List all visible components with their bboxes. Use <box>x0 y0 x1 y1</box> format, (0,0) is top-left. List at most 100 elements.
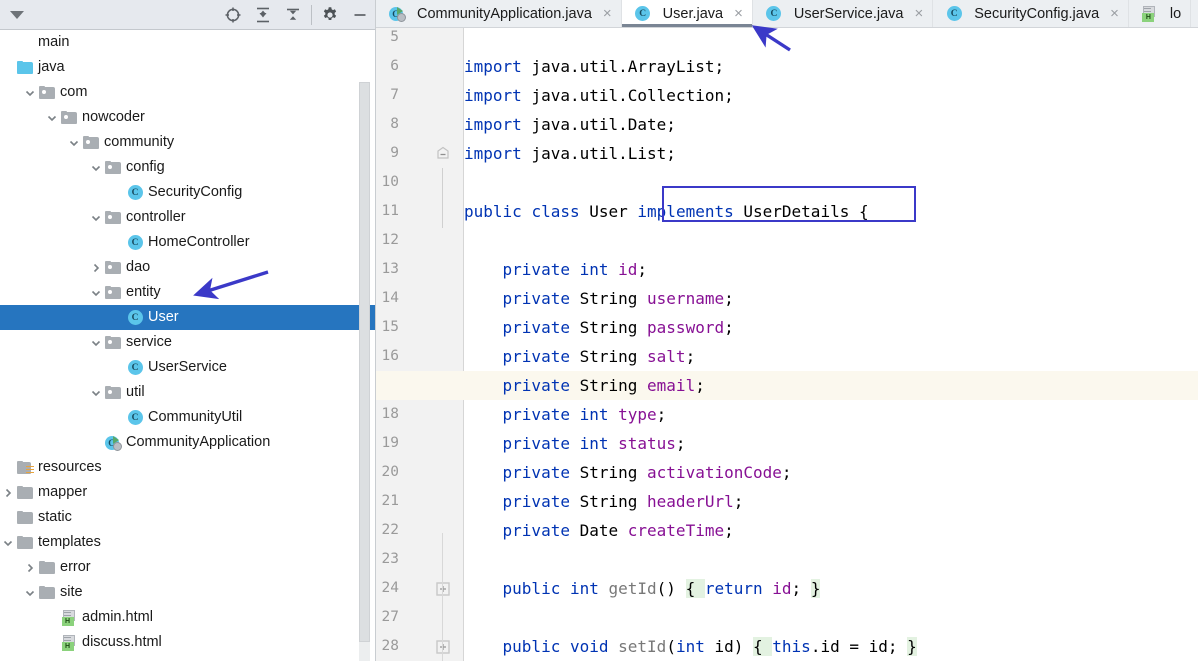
code-line-19[interactable]: private int status; <box>464 429 1198 458</box>
tree-node-nowcoder[interactable]: nowcoder <box>0 105 375 130</box>
expand-all-icon[interactable] <box>248 0 278 30</box>
chevron-down-icon[interactable] <box>66 135 82 151</box>
code-line-5[interactable] <box>464 28 1198 52</box>
tree-node-communityapplication[interactable]: C CommunityApplication <box>0 430 375 455</box>
gear-icon[interactable] <box>315 0 345 30</box>
tree-node-mapper[interactable]: mapper <box>0 480 375 505</box>
close-icon[interactable]: × <box>734 6 743 21</box>
code-line-15[interactable]: private String password; <box>464 313 1198 342</box>
tree-node-resources[interactable]: resources <box>0 455 375 480</box>
code-editor[interactable]: 567891011121314151617181920212223242728 … <box>376 28 1198 661</box>
java-class-icon: C <box>126 235 144 251</box>
tree-node-site[interactable]: site <box>0 580 375 605</box>
tree-node-static[interactable]: static <box>0 505 375 530</box>
tree-node-userservice[interactable]: C UserService <box>0 355 375 380</box>
code-token: ; <box>791 579 811 598</box>
tree-node-main[interactable]: main <box>0 30 375 55</box>
code-token: private <box>502 521 580 540</box>
tree-node-user[interactable]: C User <box>0 305 375 330</box>
chevron-down-icon[interactable] <box>88 285 104 301</box>
project-view-selector[interactable] <box>0 10 200 19</box>
code-line-20[interactable]: private String activationCode; <box>464 458 1198 487</box>
chevron-right-icon[interactable] <box>0 485 16 501</box>
editor-tab-label: CommunityApplication.java <box>417 5 592 22</box>
close-icon[interactable]: × <box>914 6 923 21</box>
chevron-down-icon[interactable] <box>88 385 104 401</box>
project-scrollbar-track[interactable] <box>359 82 370 661</box>
tree-node-label: java <box>38 59 65 75</box>
editor-tab-user-java[interactable]: C User.java × <box>621 0 753 27</box>
project-scrollbar-thumb[interactable] <box>359 82 370 642</box>
editor-tab-lo[interactable]: Hlo <box>1128 0 1192 27</box>
code-token: ; <box>656 405 667 424</box>
tree-node-admin-html[interactable]: Hadmin.html <box>0 605 375 630</box>
code-line-7[interactable]: import java.util.Collection; <box>464 81 1198 110</box>
tree-node-communityutil[interactable]: C CommunityUtil <box>0 405 375 430</box>
chevron-right-icon[interactable] <box>88 260 104 276</box>
tree-node-java[interactable]: java <box>0 55 375 80</box>
chevron-down-icon[interactable] <box>88 210 104 226</box>
tree-node-dao[interactable]: dao <box>0 255 375 280</box>
chevron-down-icon[interactable] <box>10 10 24 19</box>
code-line-21[interactable]: private String headerUrl; <box>464 487 1198 516</box>
tree-node-label: com <box>60 84 88 100</box>
code-token: int <box>569 579 609 598</box>
code-line-28[interactable]: public void setId(int id) { this.id = id… <box>464 632 1198 661</box>
editor-tab-userservice-java[interactable]: C UserService.java × <box>752 0 934 27</box>
project-tree[interactable]: main java com nowcoder community config C Secur… <box>0 30 375 661</box>
editor-tab-bar[interactable]: C CommunityApplication.java × C User.java × C U… <box>376 0 1198 28</box>
tree-node-service[interactable]: service <box>0 330 375 355</box>
code-line-14[interactable]: private String username; <box>464 284 1198 313</box>
code-line-13[interactable]: private int id; <box>464 255 1198 284</box>
collapse-all-icon[interactable] <box>278 0 308 30</box>
chevron-right-icon[interactable] <box>22 560 38 576</box>
tree-node-util[interactable]: util <box>0 380 375 405</box>
code-line-17[interactable]: private String email; <box>464 371 1198 400</box>
code-line-10[interactable] <box>464 168 1198 197</box>
code-line-8[interactable]: import java.util.Date; <box>464 110 1198 139</box>
chevron-down-icon[interactable] <box>22 585 38 601</box>
fold-collapse-icon[interactable] <box>436 146 450 160</box>
chevron-down-icon[interactable] <box>44 110 60 126</box>
tree-node-templates[interactable]: templates <box>0 530 375 555</box>
java-class-icon: C <box>126 185 144 201</box>
chevron-down-icon[interactable] <box>22 85 38 101</box>
code-line-12[interactable] <box>464 226 1198 255</box>
code-line-22[interactable]: private Date createTime; <box>464 516 1198 545</box>
fold-guide-line <box>442 168 443 228</box>
chevron-down-icon[interactable] <box>88 335 104 351</box>
fold-expand-icon[interactable] <box>436 640 450 654</box>
code-line-9[interactable]: import java.util.List; <box>464 139 1198 168</box>
close-icon[interactable]: × <box>1110 6 1119 21</box>
tree-node-homecontroller[interactable]: C HomeController <box>0 230 375 255</box>
code-line-18[interactable]: private int type; <box>464 400 1198 429</box>
close-icon[interactable]: × <box>603 6 612 21</box>
code-token: id <box>714 637 734 656</box>
tree-node-discuss-html[interactable]: Hdiscuss.html <box>0 630 375 655</box>
code-token: String <box>579 318 648 337</box>
tree-node-error[interactable]: error <box>0 555 375 580</box>
editor-tab-securityconfig-java[interactable]: C SecurityConfig.java × <box>933 0 1129 27</box>
minimize-icon[interactable] <box>345 0 375 30</box>
code-line-27[interactable] <box>464 603 1198 632</box>
code-line-16[interactable]: private String salt; <box>464 342 1198 371</box>
spring-boot-class-icon: C <box>104 435 122 451</box>
tree-node-entity[interactable]: entity <box>0 280 375 305</box>
editor-tab-communityapplication-java[interactable]: C CommunityApplication.java × <box>376 0 622 27</box>
locate-icon[interactable] <box>218 0 248 30</box>
chevron-down-icon[interactable] <box>88 160 104 176</box>
editor-gutter[interactable]: 567891011121314151617181920212223242728 <box>376 28 464 661</box>
tree-node-config[interactable]: config <box>0 155 375 180</box>
code-line-11[interactable]: public class User implements UserDetails… <box>464 197 1198 226</box>
tree-node-controller[interactable]: controller <box>0 205 375 230</box>
line-number: 14 <box>381 290 399 306</box>
code-line-6[interactable]: import java.util.ArrayList; <box>464 52 1198 81</box>
code-line-23[interactable] <box>464 545 1198 574</box>
chevron-down-icon[interactable] <box>0 535 16 551</box>
tree-node-com[interactable]: com <box>0 80 375 105</box>
folder-icon <box>16 485 34 501</box>
tree-node-securityconfig[interactable]: C SecurityConfig <box>0 180 375 205</box>
code-line-24[interactable]: public int getId() { return id; } <box>464 574 1198 603</box>
tree-node-community[interactable]: community <box>0 130 375 155</box>
fold-expand-icon[interactable] <box>436 582 450 596</box>
